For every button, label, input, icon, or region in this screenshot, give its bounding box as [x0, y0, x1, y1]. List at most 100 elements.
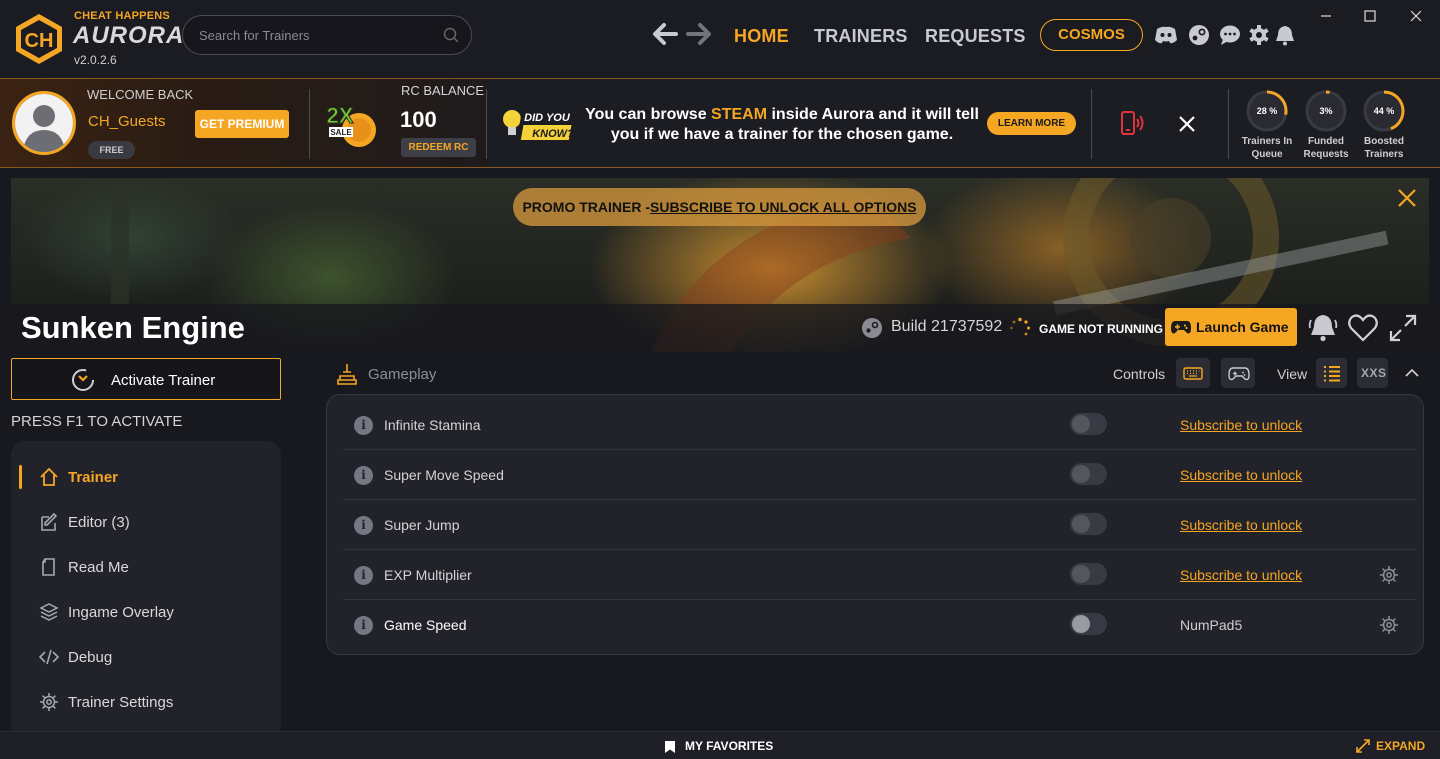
stat-boosted-trainers[interactable]: 44 % Boosted Trainers: [1354, 89, 1414, 161]
notification-bell-icon[interactable]: [1273, 24, 1297, 46]
hotkey-label[interactable]: NumPad5: [1180, 617, 1242, 633]
settings-gear-icon[interactable]: [1247, 24, 1271, 46]
nav-trainers[interactable]: TRAINERS: [814, 26, 908, 47]
subscribe-to-unlock-link[interactable]: Subscribe to unlock: [1180, 567, 1302, 583]
username[interactable]: CH_Guests: [88, 113, 166, 130]
progress-ring: 44 %: [1363, 90, 1405, 132]
search-icon[interactable]: [443, 27, 459, 43]
avatar[interactable]: [12, 91, 76, 155]
promo-banner[interactable]: PROMO TRAINER -SUBSCRIBE TO UNLOCK ALL O…: [513, 188, 926, 226]
sidebar-item-trainer[interactable]: Trainer: [11, 459, 281, 495]
close-banner-icon[interactable]: [1397, 188, 1417, 208]
promo-subscribe-link[interactable]: SUBSCRIBE TO UNLOCK ALL OPTIONS: [650, 199, 917, 215]
compact-view-button[interactable]: XXS: [1357, 358, 1388, 388]
edit-icon: [41, 512, 58, 531]
expand-icon[interactable]: [1355, 738, 1371, 754]
learn-more-button[interactable]: LEARN MORE: [987, 112, 1076, 135]
stat-label-line: Requests: [1303, 149, 1349, 160]
info-icon[interactable]: i: [354, 516, 373, 535]
gamepad-controls-button[interactable]: [1221, 358, 1255, 388]
option-name: Super Move Speed: [384, 467, 504, 483]
info-icon[interactable]: i: [354, 566, 373, 585]
option-settings-gear-icon[interactable]: [1379, 565, 1399, 585]
subscribe-to-unlock-link[interactable]: Subscribe to unlock: [1180, 467, 1302, 483]
favorite-heart-icon[interactable]: [1347, 312, 1379, 344]
chat-icon[interactable]: [1218, 24, 1242, 46]
my-favorites-button[interactable]: MY FAVORITES: [685, 739, 773, 753]
keyboard-controls-button[interactable]: [1176, 358, 1210, 388]
option-name: Infinite Stamina: [384, 417, 481, 433]
forward-arrow-icon[interactable]: [684, 20, 714, 48]
sidebar-item-debug[interactable]: Debug: [11, 639, 281, 675]
loading-spinner-icon: [1010, 317, 1030, 336]
account-strip: WELCOME BACK CH_Guests FREE GET PREMIUM …: [0, 78, 1440, 168]
option-name: EXP Multiplier: [384, 567, 472, 583]
bookmark-icon[interactable]: [664, 740, 676, 754]
gear-icon: [40, 693, 58, 711]
maximize-icon[interactable]: [1360, 6, 1380, 26]
subscribe-to-unlock-link[interactable]: Subscribe to unlock: [1180, 417, 1302, 433]
stat-trainers-queue[interactable]: 28 % Trainers In Queue: [1237, 89, 1297, 161]
list-icon: [1324, 366, 1340, 382]
fullscreen-expand-icon[interactable]: [1387, 312, 1419, 344]
nav-requests[interactable]: REQUESTS: [925, 26, 1026, 47]
mobile-remote-icon[interactable]: [1118, 109, 1146, 137]
option-toggle[interactable]: [1070, 563, 1107, 585]
option-toggle[interactable]: [1070, 513, 1107, 535]
sidebar-item-overlay[interactable]: Ingame Overlay: [11, 594, 281, 630]
stat-funded-requests[interactable]: 3% Funded Requests: [1296, 89, 1356, 161]
back-arrow-icon[interactable]: [650, 20, 680, 48]
stat-label-line: Queue: [1251, 149, 1283, 160]
close-tip-icon[interactable]: [1176, 113, 1198, 135]
steam-icon[interactable]: [1187, 24, 1211, 46]
brand-subtitle: CHEAT HAPPENS: [74, 10, 170, 22]
cosmos-button[interactable]: COSMOS: [1040, 19, 1143, 51]
keyboard-icon: [1183, 367, 1203, 380]
controls-label: Controls: [1113, 366, 1166, 382]
close-window-icon[interactable]: [1406, 6, 1426, 26]
sidebar-item-readme[interactable]: Read Me: [11, 549, 281, 585]
discord-icon[interactable]: [1154, 24, 1178, 46]
search-input[interactable]: [199, 25, 439, 45]
stat-value: 28 %: [1257, 106, 1278, 116]
promo-label: PROMO TRAINER -: [522, 199, 650, 215]
option-toggle[interactable]: [1070, 413, 1107, 435]
option-settings-gear-icon[interactable]: [1379, 615, 1399, 635]
code-icon: [39, 649, 59, 665]
info-icon[interactable]: i: [354, 416, 373, 435]
activate-trainer-button[interactable]: Activate Trainer: [11, 358, 281, 400]
svg-text:CH: CH: [25, 30, 54, 52]
collapse-chevron-up-icon[interactable]: [1404, 366, 1420, 380]
redeem-rc-button[interactable]: REDEEM RC: [401, 138, 476, 157]
search-box[interactable]: [182, 15, 472, 55]
subscribe-to-unlock-link[interactable]: Subscribe to unlock: [1180, 517, 1302, 533]
launch-game-label: Launch Game: [1196, 319, 1289, 335]
title-bar: CH CHEAT HAPPENS AURORA v2.0.2.6 HOME TR…: [0, 0, 1440, 78]
sale-badge-icon[interactable]: 2X SALE: [323, 96, 379, 152]
tier-badge: FREE: [88, 141, 135, 159]
nav-home[interactable]: HOME: [734, 26, 789, 47]
minimize-icon[interactable]: [1316, 6, 1336, 26]
section-title: Gameplay: [368, 366, 437, 383]
steam-icon: [862, 318, 882, 338]
activate-trainer-label: Activate Trainer: [111, 372, 216, 389]
info-icon[interactable]: i: [354, 616, 373, 635]
get-premium-button[interactable]: GET PREMIUM: [195, 110, 289, 138]
sidebar-item-editor[interactable]: Editor (3): [11, 504, 281, 540]
info-icon[interactable]: i: [354, 466, 373, 485]
tip-text: You can browse STEAM inside Aurora and i…: [580, 105, 984, 145]
notification-bell-icon[interactable]: [1307, 312, 1339, 344]
stat-value: 3%: [1319, 106, 1332, 116]
home-icon: [40, 467, 58, 486]
launch-game-button[interactable]: Launch Game: [1165, 308, 1297, 346]
divider: [486, 89, 487, 159]
sidebar-item-label: Ingame Overlay: [68, 604, 174, 621]
option-toggle[interactable]: [1070, 613, 1107, 635]
sidebar-item-trainer-settings[interactable]: Trainer Settings: [11, 684, 281, 720]
option-toggle[interactable]: [1070, 463, 1107, 485]
user-silhouette-icon: [15, 94, 73, 152]
list-view-button[interactable]: [1316, 358, 1347, 388]
expand-button[interactable]: EXPAND: [1376, 739, 1425, 753]
option-row: i Infinite Stamina Subscribe to unlock: [343, 400, 1417, 450]
progress-ring: 28 %: [1246, 90, 1288, 132]
